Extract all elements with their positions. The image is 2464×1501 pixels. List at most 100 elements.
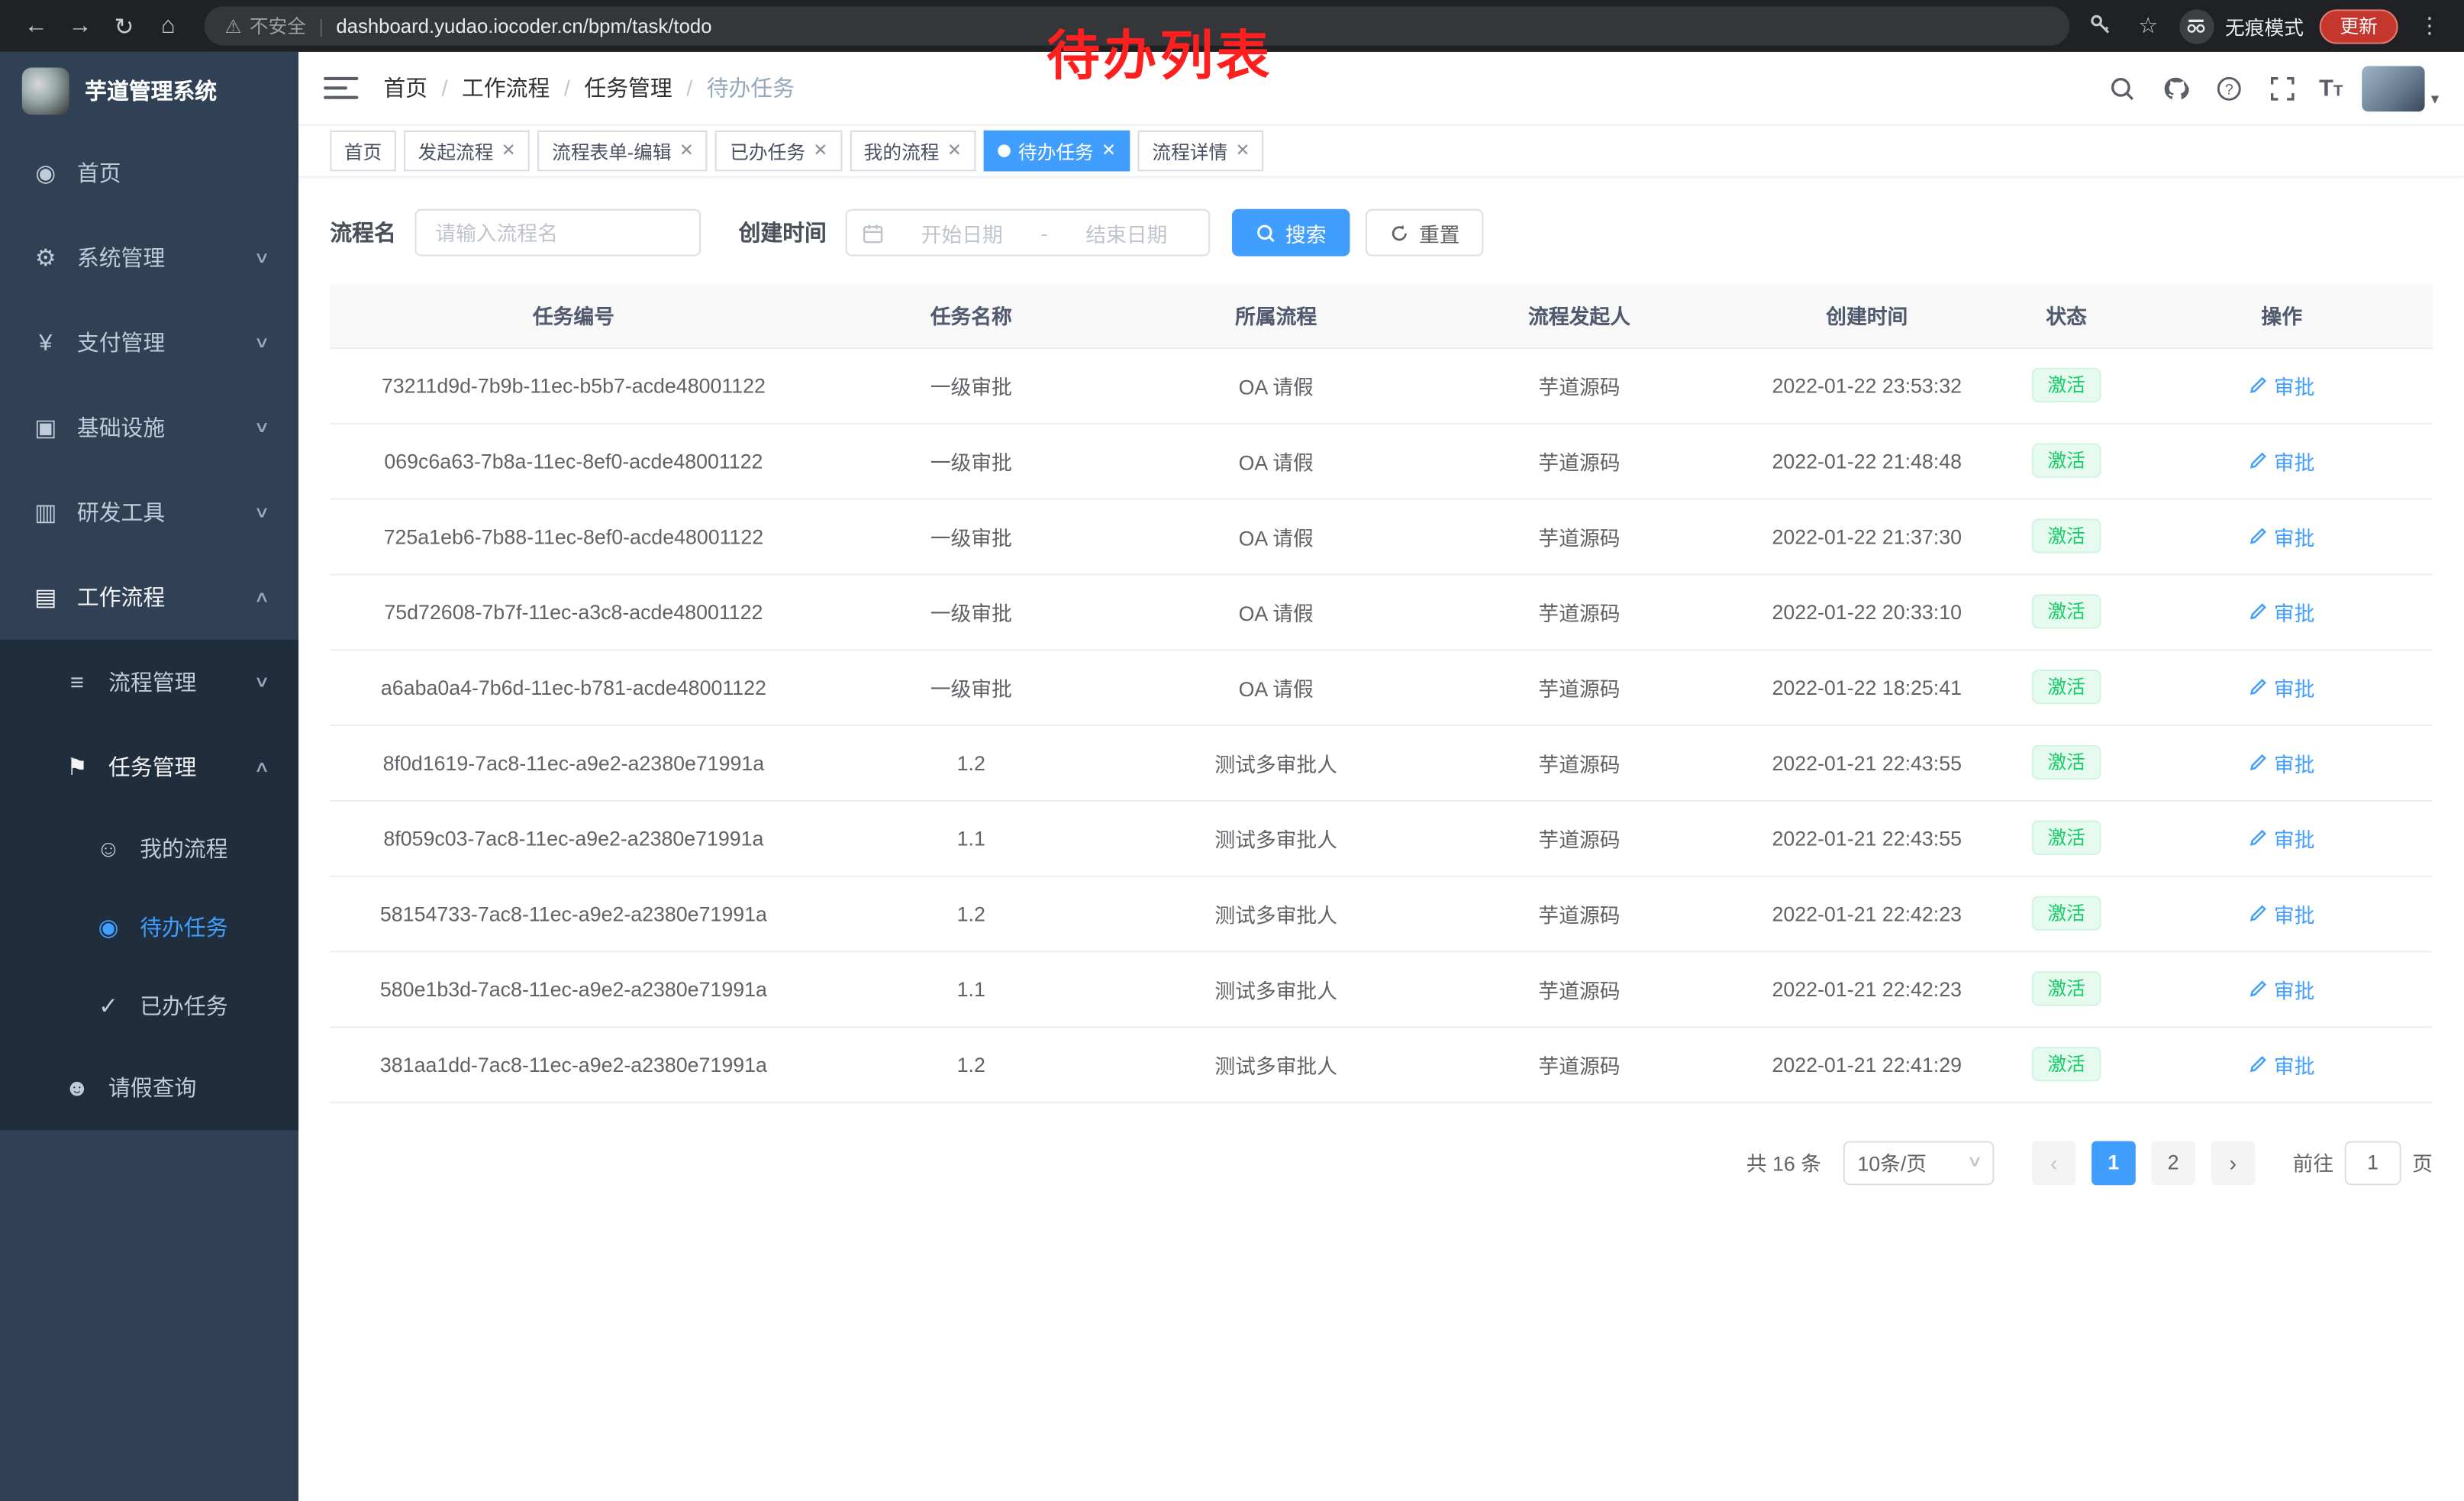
task-name-cell: 一级审批 — [818, 423, 1126, 499]
page-number-button[interactable]: 1 — [2091, 1141, 2136, 1185]
status-badge: 激活 — [2032, 971, 2101, 1006]
tab[interactable]: 发起流程 ✕ — [404, 131, 530, 172]
bookmark-star-icon[interactable]: ☆ — [2133, 12, 2164, 39]
sidebar-item[interactable]: ▤ 工作流程 ∧ — [0, 555, 298, 640]
next-page-button[interactable]: › — [2211, 1141, 2256, 1185]
tab-close-icon[interactable]: ✕ — [679, 142, 694, 160]
not-secure-warning[interactable]: ⚠ 不安全 — [224, 12, 306, 39]
sidebar-item[interactable]: ☻ 请假查询 — [0, 1045, 298, 1130]
process-cell: OA 请假 — [1125, 423, 1427, 499]
sidebar-item[interactable]: ▣ 基础设施 ∨ — [0, 385, 298, 470]
status-badge: 激活 — [2032, 518, 2101, 553]
process-cell: 测试多审批人 — [1125, 800, 1427, 876]
approve-link[interactable]: 审批 — [2249, 672, 2314, 702]
tab[interactable]: 已办任务 ✕ — [716, 131, 842, 172]
tab[interactable]: 流程表单-编辑 ✕ — [538, 131, 708, 172]
approve-link[interactable]: 审批 — [2249, 370, 2314, 400]
reset-button[interactable]: 重置 — [1366, 209, 1483, 257]
initiator-cell: 芋道源码 — [1427, 499, 1731, 574]
tab-close-icon[interactable]: ✕ — [947, 142, 962, 160]
start-date-placeholder[interactable]: 开始日期 — [895, 218, 1028, 247]
approve-link[interactable]: 审批 — [2249, 899, 2314, 928]
tab-close-icon[interactable]: ✕ — [502, 142, 516, 160]
sidebar-item[interactable]: ¥ 支付管理 ∨ — [0, 300, 298, 385]
sidebar-item-label: 已办任务 — [140, 990, 227, 1022]
font-size-icon[interactable]: TT — [2319, 75, 2343, 102]
incognito-label: 无痕模式 — [2225, 11, 2304, 40]
tab-close-icon[interactable]: ✕ — [813, 142, 827, 160]
sidebar-item[interactable]: ◉ 待办任务 — [0, 888, 298, 967]
reload-icon[interactable]: ↻ — [104, 5, 145, 47]
search-button-icon — [1256, 222, 1276, 243]
page-number-button[interactable]: 2 — [2151, 1141, 2195, 1185]
sidebar-item[interactable]: ✓ 已办任务 — [0, 967, 298, 1045]
dashboard-icon: ◉ — [31, 159, 60, 187]
breadcrumb-item[interactable]: 工作流程 / — [462, 73, 584, 104]
status-cell: 激活 — [2002, 573, 2131, 649]
tab-close-icon[interactable]: ✕ — [1101, 142, 1116, 160]
back-icon[interactable]: ← — [16, 5, 57, 47]
browser-menu-icon[interactable]: ⋮ — [2414, 12, 2445, 39]
task-name-cell: 1.1 — [818, 800, 1126, 876]
process-name-label: 流程名 — [330, 217, 395, 248]
sidebar-item[interactable]: ⚙ 系统管理 ∨ — [0, 215, 298, 300]
approve-link[interactable]: 审批 — [2249, 596, 2314, 626]
search-icon[interactable] — [2105, 71, 2140, 105]
edit-icon — [2249, 828, 2268, 847]
process-cell: OA 请假 — [1125, 649, 1427, 725]
tab[interactable]: 待办任务 ✕ — [984, 131, 1130, 172]
sidebar-menu: ◉ 首页 ⚙ 系统管理 ∨ ¥ 支付管理 ∨ — [0, 131, 298, 1130]
breadcrumb-item[interactable]: 首页 / — [383, 73, 462, 104]
approve-link[interactable]: 审批 — [2249, 521, 2314, 550]
approve-link[interactable]: 审批 — [2249, 1049, 2314, 1079]
initiator-cell: 芋道源码 — [1427, 423, 1731, 499]
sidebar-item-label: 工作流程 — [77, 582, 165, 613]
created-cell: 2022-01-22 18:25:41 — [1732, 649, 2002, 725]
chrome-update-button[interactable]: 更新 — [2320, 8, 2398, 43]
calendar-icon — [863, 222, 883, 243]
status-badge: 激活 — [2032, 896, 2101, 930]
date-range-picker[interactable]: 开始日期 - 结束日期 — [846, 209, 1211, 257]
home-icon[interactable]: ⌂ — [148, 5, 189, 47]
github-icon[interactable] — [2159, 71, 2193, 105]
end-date-placeholder[interactable]: 结束日期 — [1060, 218, 1193, 247]
todo-task-icon: ◉ — [95, 913, 123, 941]
tab[interactable]: 首页 ✕ — [330, 131, 395, 172]
create-time-label: 创建时间 — [739, 217, 827, 248]
approve-link[interactable]: 审批 — [2249, 747, 2314, 777]
breadcrumb-item[interactable]: 待办任务 / — [707, 73, 795, 104]
app-logo[interactable]: 芋道管理系统 — [0, 52, 298, 131]
sidebar-item[interactable]: ◉ 首页 — [0, 131, 298, 215]
sidebar-item[interactable]: ⚑ 任务管理 ∧ — [0, 725, 298, 809]
key-icon[interactable] — [2085, 11, 2117, 40]
user-menu[interactable]: ▾ — [2362, 65, 2439, 111]
help-icon[interactable]: ? — [2212, 71, 2246, 105]
process-name-input[interactable] — [414, 209, 701, 257]
table-row: 8f059c03-7ac8-11ec-a9e2-a2380e71991a 1.1… — [330, 800, 2433, 876]
status-badge: 激活 — [2032, 368, 2101, 402]
sidebar-collapse-icon[interactable] — [324, 74, 358, 102]
sidebar-item[interactable]: ▥ 研发工具 ∨ — [0, 470, 298, 555]
done-task-icon: ✓ — [95, 992, 123, 1020]
fullscreen-icon[interactable] — [2266, 71, 2300, 105]
edit-icon — [2249, 904, 2268, 923]
prev-page-button[interactable]: ‹ — [2032, 1141, 2076, 1185]
approve-link[interactable]: 审批 — [2249, 823, 2314, 853]
created-cell: 2022-01-22 20:33:10 — [1732, 573, 2002, 649]
goto-page-input[interactable] — [2345, 1141, 2401, 1185]
approve-link[interactable]: 审批 — [2249, 446, 2314, 476]
chevron-down-icon: ∨ — [1966, 1154, 1982, 1171]
table-row: 381aa1dd-7ac8-11ec-a9e2-a2380e71991a 1.2… — [330, 1026, 2433, 1102]
tab-close-icon[interactable]: ✕ — [1236, 142, 1250, 160]
url-text: dashboard.yudao.iocoder.cn/bpm/task/todo — [336, 15, 711, 37]
sidebar-item[interactable]: ≡ 流程管理 ∨ — [0, 640, 298, 725]
breadcrumb-item[interactable]: 任务管理 / — [584, 73, 706, 104]
sidebar-item[interactable]: ☺ 我的流程 — [0, 809, 298, 888]
page-size-select[interactable]: 10条/页 ∨ — [1843, 1141, 1995, 1185]
forward-icon[interactable]: → — [60, 5, 101, 47]
approve-link[interactable]: 审批 — [2249, 973, 2314, 1003]
task-manage-icon: ⚑ — [63, 753, 91, 781]
tab[interactable]: 流程详情 ✕ — [1138, 131, 1264, 172]
search-button[interactable]: 搜索 — [1232, 209, 1350, 257]
tab[interactable]: 我的流程 ✕ — [850, 131, 976, 172]
